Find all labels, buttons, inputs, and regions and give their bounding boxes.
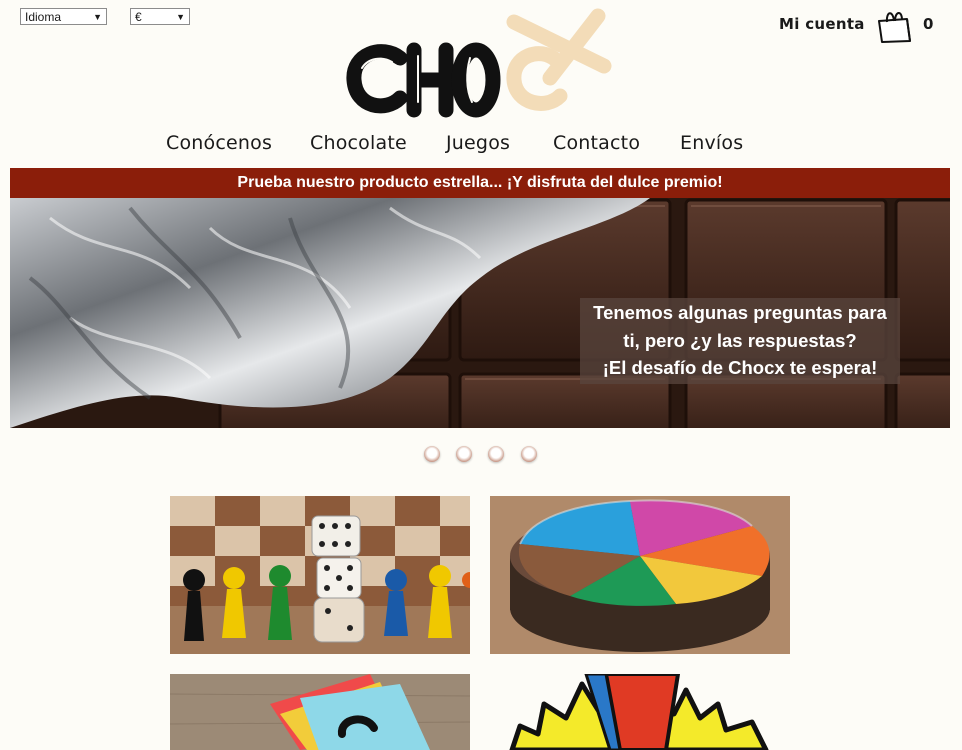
hero-slider[interactable]: Tenemos algunas preguntas para ti, pero … (10, 198, 950, 428)
nav-item-contacto[interactable]: Contacto (553, 132, 640, 154)
nav-item-juegos[interactable]: Juegos (446, 132, 510, 154)
caption-line: Tenemos algunas preguntas para (593, 302, 887, 323)
comic-burst-image[interactable] (490, 674, 790, 750)
cart-count: 0 (923, 15, 934, 33)
slider-dot[interactable] (424, 446, 440, 462)
dropdown-arrow-icon: ▼ (176, 12, 185, 22)
slider-dot[interactable] (488, 446, 504, 462)
currency-select-value: € (135, 10, 142, 24)
board-game-pieces-image[interactable] (170, 496, 470, 654)
question-notes-image[interactable] (170, 674, 470, 750)
nav-item-envios[interactable]: Envíos (680, 132, 743, 154)
currency-select[interactable]: € ▼ (130, 8, 190, 25)
trivial-cheese-image[interactable] (490, 496, 790, 654)
caption-line: ¡El desafío de Chocx te espera! (602, 357, 878, 378)
account-link[interactable]: Mi cuenta (779, 15, 865, 33)
caption-line: ti, pero ¿y las respuestas? (623, 329, 857, 351)
language-select[interactable]: Idioma ▼ (20, 8, 107, 25)
main-nav: Conócenos Chocolate Juegos Contacto Enví… (0, 132, 962, 156)
slider-dot[interactable] (456, 446, 472, 462)
chocx-logo[interactable] (342, 6, 622, 118)
dropdown-arrow-icon: ▼ (93, 12, 102, 22)
nav-item-conocenos[interactable]: Conócenos (166, 132, 272, 154)
language-select-value: Idioma (25, 10, 62, 24)
slider-dot[interactable] (521, 446, 537, 462)
shopping-bag-icon[interactable] (876, 9, 912, 43)
promo-banner[interactable]: Prueba nuestro producto estrella... ¡Y d… (10, 168, 950, 198)
slider-caption: Tenemos algunas preguntas para ti, pero … (580, 298, 900, 384)
slider-pagination (424, 446, 544, 464)
nav-item-chocolate[interactable]: Chocolate (310, 132, 407, 154)
